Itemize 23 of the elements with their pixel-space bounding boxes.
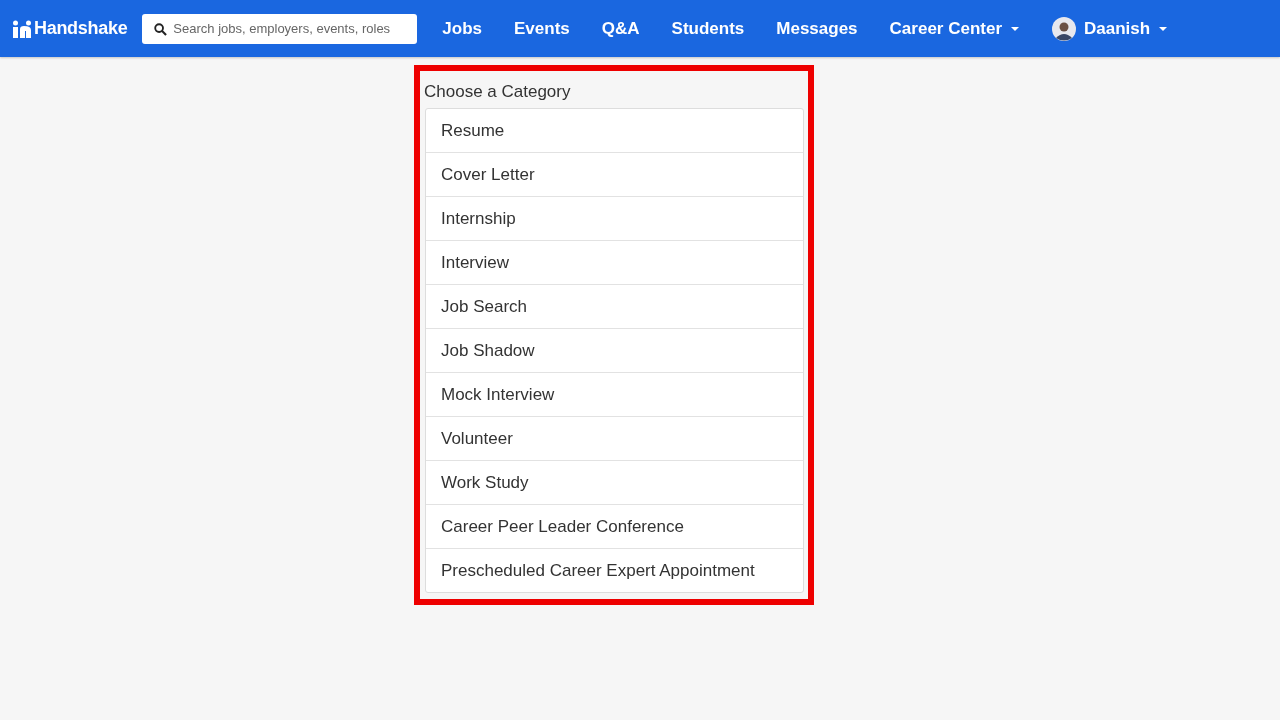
nav-dropdown[interactable]: Career Center (889, 18, 1021, 39)
category-option[interactable]: Mock Interview (426, 373, 803, 417)
nav-link[interactable]: Jobs (442, 18, 483, 39)
search-field[interactable]: Search jobs, employers, events, roles (142, 13, 418, 44)
nav-link[interactable]: Messages (776, 18, 858, 39)
nav-link[interactable]: Students (671, 18, 745, 39)
category-option[interactable]: Volunteer (426, 417, 803, 461)
category-option[interactable]: Career Peer Leader Conference (426, 505, 803, 549)
logo-link[interactable]: Handshake (12, 18, 128, 39)
category-option[interactable]: Prescheduled Career Expert Appointment (426, 549, 803, 592)
nav-link[interactable]: Events (514, 18, 570, 39)
category-option[interactable]: Internship (426, 197, 803, 241)
nav-link[interactable]: Q&A (601, 18, 640, 39)
category-option[interactable]: Job Shadow (426, 329, 803, 373)
category-option[interactable]: Job Search (426, 285, 803, 329)
section-heading: Choose a Category (424, 81, 572, 103)
category-option[interactable]: Resume (426, 109, 803, 153)
category-option[interactable]: Interview (426, 241, 803, 285)
category-option[interactable]: Work Study (426, 461, 803, 505)
user-menu[interactable]: Daanish (1052, 16, 1169, 41)
avatar (1052, 16, 1077, 41)
category-option[interactable]: Cover Letter (426, 153, 803, 197)
logo-icon (12, 19, 32, 38)
